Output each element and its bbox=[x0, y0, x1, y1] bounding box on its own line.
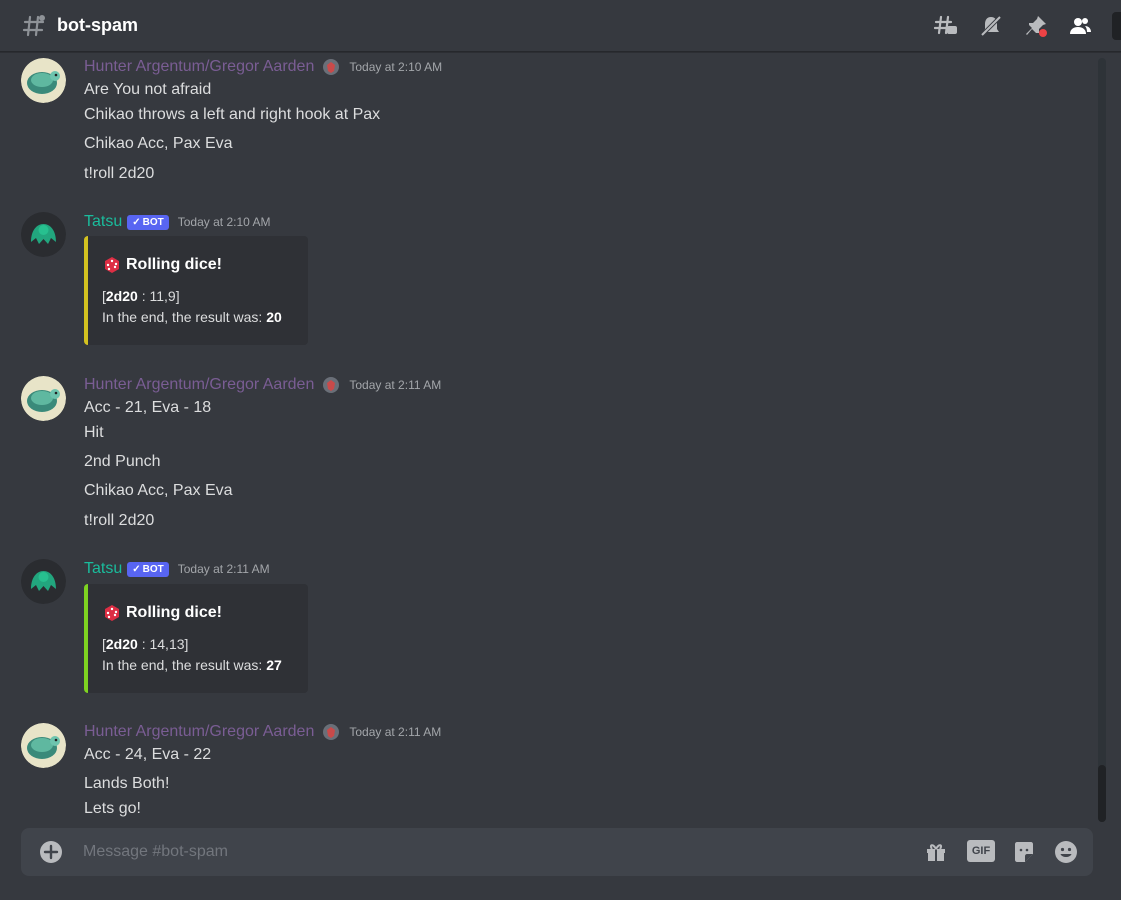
scrollbar-thumb[interactable] bbox=[1098, 765, 1106, 822]
avatar[interactable] bbox=[21, 376, 66, 421]
result-value: 20 bbox=[266, 309, 282, 325]
author-name[interactable]: Tatsu bbox=[84, 560, 122, 578]
message-text: Chikao Acc, Pax Eva bbox=[84, 135, 233, 152]
dice-rolls: [2d20 : 11,9] bbox=[102, 288, 180, 304]
bot-tag: ✓ BOT bbox=[127, 561, 169, 577]
timestamp: Today at 2:11 AM bbox=[349, 725, 442, 739]
avatar[interactable] bbox=[21, 212, 66, 257]
author-name[interactable]: Hunter Argentum/Gregor Aarden bbox=[84, 58, 314, 76]
message-text: Acc - 24, Eva - 22 bbox=[84, 746, 212, 763]
dice-embed: Rolling dice! [2d20 : 11,9] In the end, … bbox=[84, 236, 308, 345]
dice-rolls: [2d20 : 14,13] bbox=[102, 636, 189, 652]
channel-hash-icon bbox=[22, 15, 45, 37]
role-icon bbox=[323, 59, 340, 75]
pin-icon[interactable] bbox=[1024, 14, 1048, 38]
message-text: t!roll 2d20 bbox=[84, 165, 155, 182]
dice-roll-values: : 14,13] bbox=[137, 636, 189, 652]
author-name[interactable]: Hunter Argentum/Gregor Aarden bbox=[84, 723, 314, 741]
dice-result: In the end, the result was: 20 bbox=[102, 309, 282, 325]
embed-title-text: Rolling dice! bbox=[126, 604, 222, 621]
dice-embed: Rolling dice! [2d20 : 14,13] In the end,… bbox=[84, 584, 308, 693]
role-icon bbox=[323, 724, 340, 740]
members-icon[interactable] bbox=[1068, 14, 1092, 38]
embed-title: Rolling dice! bbox=[103, 604, 222, 622]
add-attachment-icon[interactable] bbox=[39, 840, 63, 864]
result-value: 27 bbox=[266, 657, 282, 673]
notification-muted-icon[interactable] bbox=[979, 14, 1003, 38]
bot-tag-label: BOT bbox=[142, 563, 164, 575]
message-text: Chikao throws a left and right hook at P… bbox=[84, 106, 381, 123]
dice-roll-values: : 11,9] bbox=[137, 288, 180, 304]
die-icon bbox=[105, 257, 119, 273]
dice-notation: 2d20 bbox=[105, 636, 138, 652]
timestamp: Today at 2:11 AM bbox=[349, 378, 442, 392]
gif-icon[interactable]: GIF bbox=[967, 840, 995, 862]
verified-check-icon: ✓ bbox=[132, 563, 141, 575]
timestamp: Today at 2:10 AM bbox=[349, 60, 443, 74]
author-name[interactable]: Hunter Argentum/Gregor Aarden bbox=[84, 376, 314, 394]
scrollbar-track[interactable] bbox=[1098, 58, 1106, 822]
threads-icon[interactable] bbox=[934, 14, 958, 38]
search-box-edge[interactable] bbox=[1112, 12, 1121, 40]
timestamp: Today at 2:10 AM bbox=[177, 215, 271, 229]
message-text: Are You not afraid bbox=[84, 81, 212, 98]
message-composer: GIF bbox=[21, 828, 1093, 876]
channel-header: bot-spam bbox=[0, 0, 1121, 52]
message-text: Acc - 21, Eva - 18 bbox=[84, 399, 212, 416]
timestamp: Today at 2:11 AM bbox=[177, 562, 270, 576]
avatar[interactable] bbox=[21, 559, 66, 604]
message-input[interactable] bbox=[83, 828, 903, 876]
message-text: Hit bbox=[84, 424, 104, 441]
avatar[interactable] bbox=[21, 723, 66, 768]
gift-icon[interactable] bbox=[924, 840, 948, 864]
result-label: In the end, the result was: bbox=[102, 657, 267, 673]
result-label: In the end, the result was: bbox=[102, 309, 267, 325]
author-name[interactable]: Tatsu bbox=[84, 213, 122, 231]
verified-check-icon: ✓ bbox=[132, 216, 141, 228]
bot-tag-label: BOT bbox=[142, 216, 164, 228]
dice-result: In the end, the result was: 27 bbox=[102, 657, 282, 673]
channel-name: bot-spam bbox=[57, 15, 138, 35]
embed-title-text: Rolling dice! bbox=[126, 256, 222, 273]
embed-title: Rolling dice! bbox=[103, 256, 222, 274]
message-text: Lands Both! bbox=[84, 775, 170, 792]
sticker-icon[interactable] bbox=[1012, 840, 1036, 864]
message-text: t!roll 2d20 bbox=[84, 512, 155, 529]
emoji-icon[interactable] bbox=[1054, 840, 1078, 864]
avatar[interactable] bbox=[21, 58, 66, 103]
role-icon bbox=[323, 377, 340, 393]
bot-tag: ✓ BOT bbox=[127, 214, 169, 230]
message-list: Hunter Argentum/Gregor Aarden Today at 2… bbox=[0, 53, 1100, 825]
die-icon bbox=[105, 605, 119, 621]
dice-notation: 2d20 bbox=[105, 288, 138, 304]
message-text: Chikao Acc, Pax Eva bbox=[84, 482, 233, 499]
message-text: 2nd Punch bbox=[84, 453, 161, 470]
message-text: Lets go! bbox=[84, 800, 141, 817]
